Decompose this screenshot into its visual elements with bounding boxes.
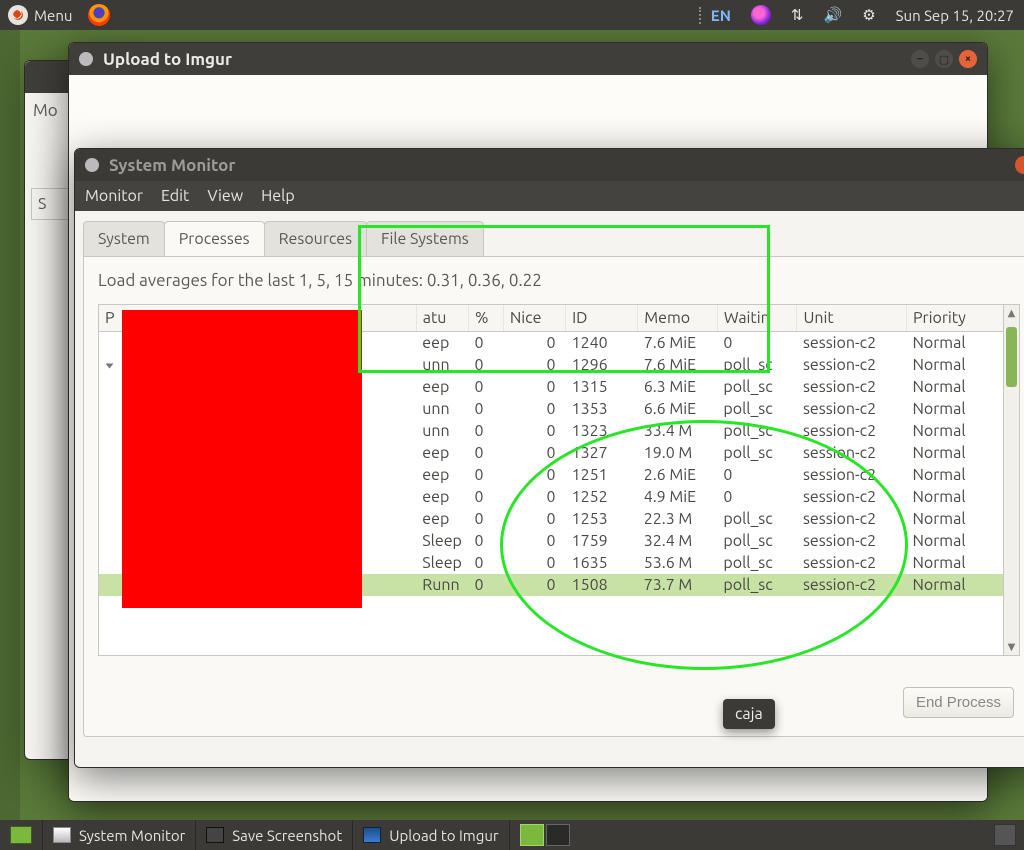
volume-icon[interactable]: 🔊 — [824, 6, 843, 24]
upload-titlebar[interactable]: Upload to Imgur − ▢ × — [69, 43, 987, 75]
close-button[interactable]: × — [959, 50, 977, 68]
annotation-red-rect — [122, 310, 362, 608]
upload-icon — [363, 827, 381, 843]
tab-processes[interactable]: Processes — [164, 221, 265, 256]
clock[interactable]: Sun Sep 15, 20:27 — [896, 7, 1014, 24]
settings-gear-icon[interactable]: ⚙ — [862, 6, 875, 24]
menu-monitor[interactable]: Monitor — [85, 187, 143, 205]
tooltip: caja — [723, 699, 775, 729]
close-button[interactable] — [1015, 156, 1024, 174]
scroll-down-icon[interactable]: ▼ — [1004, 639, 1019, 655]
keyboard-layout-indicator[interactable]: EN — [699, 7, 731, 24]
minimize-button[interactable] — [967, 156, 985, 174]
menu-view[interactable]: View — [207, 187, 243, 205]
scroll-up-icon[interactable]: ▲ — [1004, 305, 1019, 321]
task-save-screenshot[interactable]: Save Screenshot — [196, 820, 353, 850]
firefox-icon[interactable] — [88, 4, 110, 26]
top-panel: Menu EN ⇅ 🔊 ⚙ Sun Sep 15, 20:27 — [0, 0, 1024, 30]
annotation-green-ellipse — [500, 420, 908, 670]
user-menu-icon[interactable] — [994, 824, 1016, 846]
maximize-button[interactable] — [991, 156, 1009, 174]
screenshot-icon — [206, 827, 224, 843]
task-label: Save Screenshot — [232, 827, 342, 844]
task-system-monitor[interactable]: System Monitor — [43, 820, 196, 850]
minimize-button[interactable]: − — [911, 50, 929, 68]
window-icon — [85, 158, 99, 172]
vertical-scrollbar[interactable]: ▲ ▼ — [1003, 305, 1019, 655]
menu-button[interactable]: Menu — [34, 7, 72, 24]
task-label: Upload to Imgur — [389, 827, 498, 844]
annotation-green-rect — [358, 225, 770, 373]
task-upload-imgur[interactable]: Upload to Imgur — [353, 820, 509, 850]
ubuntu-logo-icon[interactable] — [8, 5, 28, 25]
system-monitor-icon — [53, 827, 71, 843]
sysmon-menubar: Monitor Edit View Help — [75, 181, 1024, 211]
workspace-2[interactable] — [546, 824, 570, 846]
task-label: System Monitor — [79, 827, 185, 844]
scrollbar-thumb[interactable] — [1006, 327, 1017, 387]
end-process-button[interactable]: End Process — [903, 687, 1014, 718]
workspace-switcher[interactable] — [520, 824, 570, 846]
sysmon-window-title: System Monitor — [109, 156, 967, 175]
show-desktop-button[interactable] — [0, 820, 43, 850]
bottom-panel: System Monitor Save Screenshot Upload to… — [0, 820, 1024, 850]
tab-resources[interactable]: Resources — [264, 221, 367, 256]
col-priority[interactable]: Priority — [906, 305, 1018, 332]
col-unit[interactable]: Unit — [797, 305, 906, 332]
screenshot-tool-icon[interactable] — [751, 5, 771, 25]
network-icon[interactable]: ⇅ — [791, 6, 804, 24]
window-icon — [79, 52, 93, 66]
sysmon-titlebar[interactable]: System Monitor — [75, 149, 1024, 181]
workspace-1[interactable] — [520, 824, 544, 846]
tab-system[interactable]: System — [83, 221, 165, 256]
menu-help[interactable]: Help — [261, 187, 295, 205]
upload-window-title: Upload to Imgur — [103, 50, 911, 69]
menu-edit[interactable]: Edit — [161, 187, 189, 205]
maximize-button[interactable]: ▢ — [935, 50, 953, 68]
